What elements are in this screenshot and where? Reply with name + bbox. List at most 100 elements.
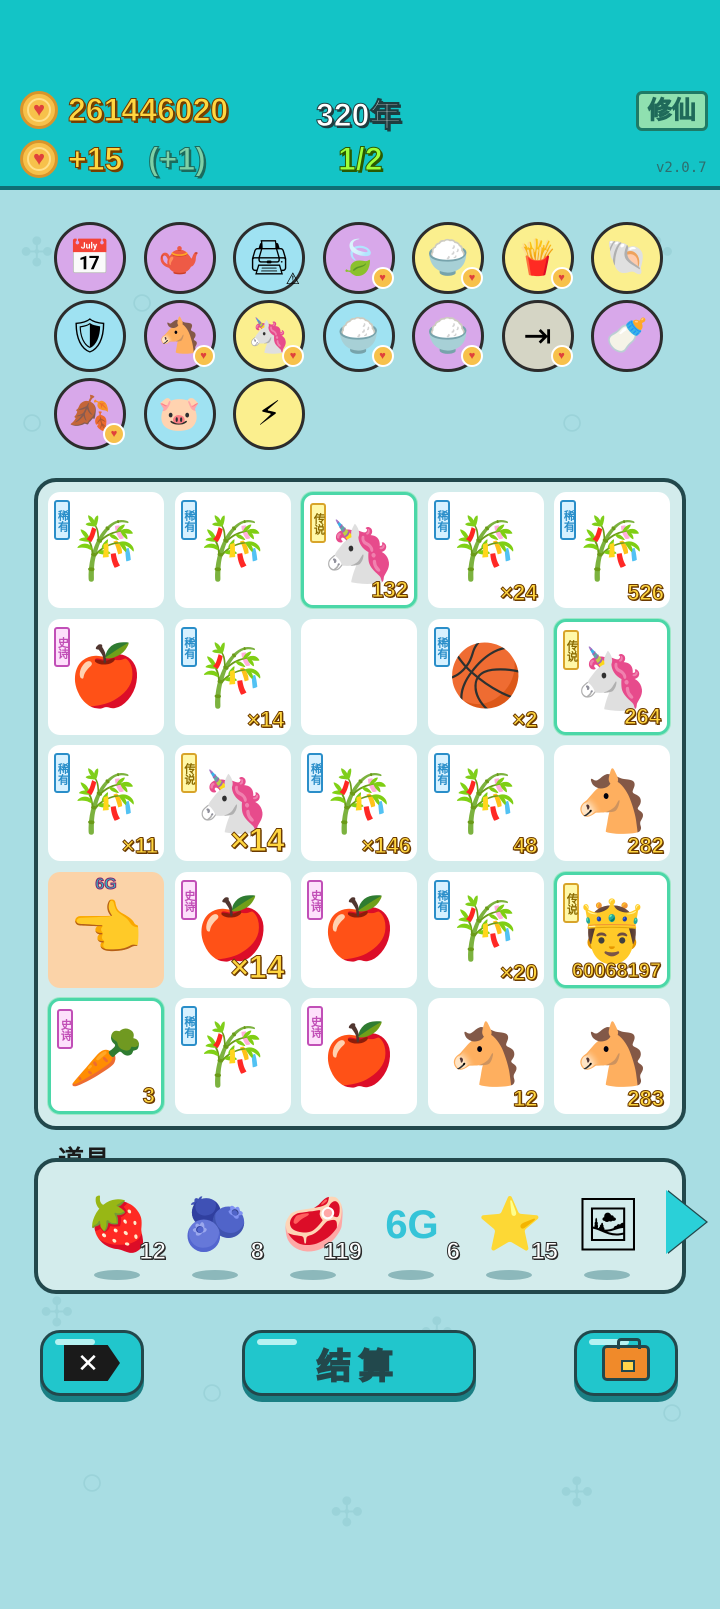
income-bonus: (+1)	[148, 141, 207, 178]
horse-icon: 🐴	[574, 768, 650, 835]
skill-shell[interactable]: 🐚	[591, 222, 663, 294]
prop-portrait[interactable]: 🖼	[568, 1190, 658, 1280]
bamboo-icon: 🎋	[321, 768, 397, 835]
coin-badge-icon: ♥	[282, 345, 304, 367]
skill-leaf[interactable]: 🍃 ♥	[322, 222, 395, 294]
skill-rice-bowl[interactable]: 🍚 ♥	[412, 222, 484, 294]
skill-rice-bowl[interactable]: 🍚 ♥	[322, 300, 395, 372]
bamboo-icon: 🎋	[68, 515, 144, 582]
item-grid: 稀有 🎋 稀有 🎋 传说 🦄 132 稀有 🎋 ×24 稀有 🎋 526 史诗 🍎 稀有 🎋 ×14 稀有 🏀 ×2 传说…	[34, 478, 686, 1130]
item-count: ×14	[230, 948, 285, 985]
coin-badge-icon: ♥	[461, 345, 483, 367]
skill-gravy-boat[interactable]: 🫖	[143, 222, 216, 294]
coin-badge-icon: ♥	[103, 423, 125, 445]
6g-hand-icon: 👈	[68, 894, 144, 962]
item-count: 264	[624, 703, 662, 729]
prop-6g[interactable]: 6G 6	[372, 1190, 462, 1280]
grid-cell-unicorn[interactable]: 传说 🦄 ×14	[174, 745, 291, 861]
grid-cell-empty[interactable]	[301, 618, 417, 735]
grid-cell-bamboo[interactable]: 稀有 🎋 ×14	[174, 618, 291, 735]
prop-lychee[interactable]: 🍓 12	[78, 1190, 168, 1280]
grid-cell-carrot[interactable]: 史诗 🥕 3	[48, 998, 164, 1114]
inventory-button[interactable]	[574, 1330, 678, 1396]
item-count: 12	[513, 1086, 539, 1112]
grid-cell-bamboo[interactable]: 稀有 🎋 ×24	[427, 492, 544, 608]
prop-liver[interactable]: 🥩 119	[274, 1190, 364, 1280]
grid-cell-king[interactable]: 传说 🤴 60068197	[554, 871, 670, 988]
coin-badge-icon: ♥	[550, 345, 573, 367]
item-count: ×24	[500, 580, 538, 606]
skill-calendar[interactable]: 📅	[54, 222, 126, 294]
item-count: 3	[142, 1083, 155, 1109]
item-count: ×20	[500, 959, 538, 985]
portrait-icon: 🖼	[574, 1196, 641, 1254]
skill-horse-pair[interactable]: 🐴 ♥	[143, 300, 216, 372]
bamboo-icon: 🎋	[195, 641, 270, 709]
grid-cell-unicorn[interactable]: 传说 🦄 264	[554, 618, 670, 735]
coin-badge-icon: ♥	[550, 267, 573, 289]
item-count: 282	[627, 833, 665, 859]
skill-skip[interactable]: ⇥ ♥	[501, 300, 574, 372]
horse-icon: 🐴	[574, 1021, 650, 1088]
item-count: 283	[627, 1086, 665, 1112]
skill-breast-pump[interactable]: 🍼	[591, 300, 663, 372]
skill-unicorn[interactable]: 🦄 ♥	[233, 300, 305, 372]
exit-button[interactable]: ✕	[40, 1330, 144, 1396]
skill-panel: 📅 🫖 🖨 ⚠ 🍃 ♥ 🍚 ♥ 🍟 ♥ 🐚 🛡 🐴 ♥ 🦄 ♥ 🍚 ♥ 🍚 ♥ ⇥ ♥ 🍼 🍂 ♥ 🐷 ⚡	[54, 200, 674, 460]
grid-cell-horse[interactable]: 🐴 12	[427, 998, 544, 1114]
coin-total: 261446020	[67, 92, 229, 129]
skill-lightning[interactable]: ⚡	[233, 378, 305, 450]
props-tray: 🍓 12 🫐 8 🥩 119 6G 6 ⭐ 15 🖼	[34, 1158, 686, 1294]
coin-badge-icon: ♥	[371, 345, 394, 367]
grid-cell-horse[interactable]: 🐴 282	[554, 745, 670, 861]
blueberry-icon: 🫐	[183, 1196, 249, 1254]
close-icon: ✕	[64, 1345, 120, 1381]
skill-piggy-bank[interactable]: 🐷	[143, 378, 216, 450]
grid-cell-bamboo[interactable]: 稀有 🎋 526	[554, 492, 670, 608]
breast-pump-icon: 🍼	[605, 317, 649, 355]
grid-cell-bamboo[interactable]: 稀有 🎋	[48, 492, 164, 608]
grid-cell-horse[interactable]: 🐴 283	[554, 998, 670, 1114]
item-count: 48	[513, 833, 539, 859]
skill-leaf[interactable]: 🍂 ♥	[54, 378, 126, 450]
prop-star[interactable]: ⭐ 15	[470, 1190, 560, 1280]
grid-cell-basketball-bamboo[interactable]: 稀有 🏀 ×2	[427, 618, 544, 735]
item-count: ×14	[247, 706, 285, 732]
grid-cell-apple[interactable]: 史诗 🍎	[301, 998, 417, 1114]
settle-label: 结算	[316, 1347, 401, 1387]
grid-cell-apple[interactable]: 史诗 🍎	[48, 618, 164, 735]
skill-fries[interactable]: 🍟 ♥	[501, 222, 574, 294]
grid-cell-bamboo[interactable]: 稀有 🎋	[174, 998, 291, 1114]
coin-badge-icon: ♥	[371, 267, 394, 289]
bamboo-icon: 🎋	[448, 515, 523, 582]
prop-count: 8	[250, 1238, 264, 1266]
prop-blueberry[interactable]: 🫐 8	[176, 1190, 266, 1280]
skill-shield-wrench[interactable]: 🛡	[54, 300, 126, 372]
cultivation-mode-button[interactable]: 修仙	[636, 91, 708, 131]
income-coin-icon: ♥	[20, 140, 58, 178]
grid-cell-unicorn[interactable]: 传说 🦄 132	[301, 492, 417, 608]
item-count: ×2	[512, 706, 538, 732]
grid-cell-bamboo[interactable]: 稀有 🎋 48	[427, 745, 544, 861]
prop-count: 12	[139, 1238, 167, 1266]
shield-wrench-icon: 🛡	[68, 317, 112, 355]
briefcase-icon	[602, 1338, 650, 1381]
basketball-bamboo-icon: 🏀	[448, 641, 523, 709]
skill-printer[interactable]: 🖨 ⚠	[233, 222, 305, 294]
prop-count: 119	[323, 1238, 363, 1266]
grid-cell-bamboo[interactable]: 稀有 🎋 ×146	[301, 745, 417, 861]
bamboo-icon: 🎋	[574, 515, 650, 582]
horse-icon: 🐴	[448, 1021, 523, 1088]
calendar-icon: 📅	[68, 239, 112, 277]
prop-shadow	[486, 1270, 532, 1280]
grid-cell-apple[interactable]: 史诗 🍎 ×14	[174, 871, 291, 988]
bamboo-icon: 🎋	[195, 515, 270, 582]
grid-cell-apple[interactable]: 史诗 🍎	[301, 871, 417, 988]
grid-cell-bamboo[interactable]: 稀有 🎋 ×11	[48, 745, 164, 861]
props-next-arrow[interactable]	[666, 1190, 706, 1254]
grid-cell-6g-hand[interactable]: 6G 👈	[48, 871, 164, 988]
skill-rice-bowl[interactable]: 🍚 ♥	[412, 300, 484, 372]
grid-cell-bamboo[interactable]: 稀有 🎋	[174, 492, 291, 608]
settle-button[interactable]: 结算	[242, 1330, 476, 1396]
grid-cell-bamboo[interactable]: 稀有 🎋 ×20	[427, 871, 544, 988]
